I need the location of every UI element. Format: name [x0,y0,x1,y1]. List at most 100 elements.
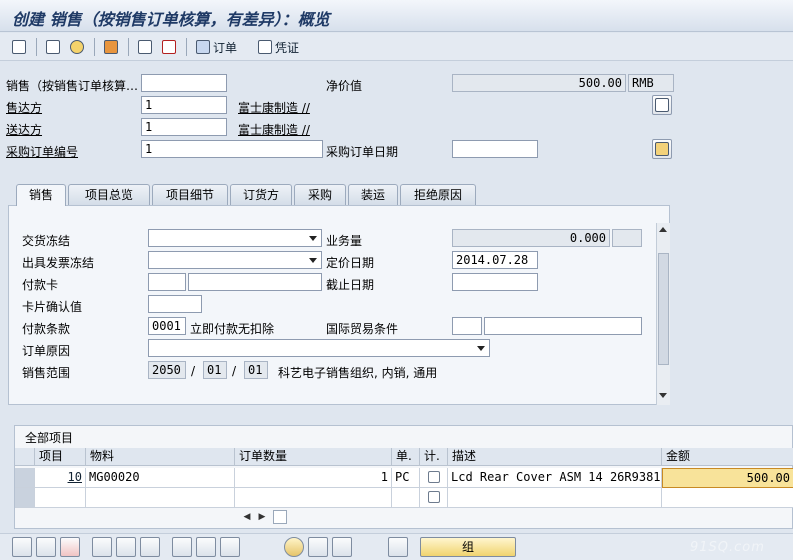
scroll-down-icon[interactable] [659,393,667,398]
scroll-right-icon[interactable]: ▶ [255,510,269,524]
unit-cell[interactable] [392,488,420,508]
col-description[interactable]: 描述 [448,448,662,466]
quantity-cell[interactable] [235,488,392,508]
billing-block-label: 出具发票冻结 [22,256,95,270]
document-button[interactable] [652,95,672,115]
scroll-left-icon[interactable]: ◀ [237,510,257,524]
availability-button[interactable] [284,537,304,557]
watermark: 91SQ.com [690,540,765,555]
tab-procurement[interactable]: 采购 [294,184,346,205]
description-cell[interactable] [448,488,662,508]
toolbar-separator [186,38,187,56]
division-field: 01 [244,361,268,379]
delivery-block-select[interactable] [148,229,322,247]
schedule-lines-button[interactable] [196,537,216,557]
order-button[interactable]: 订单 [196,37,237,57]
payment-terms-text: 立即付款无扣除 [190,322,275,336]
application-toolbar: 订单 凭证 [0,33,793,61]
delete-doc-button[interactable] [162,37,176,57]
calc-checkbox[interactable] [428,491,440,503]
billing-block-select[interactable] [148,251,322,269]
item-number-cell[interactable] [35,488,86,508]
calc-checkbox[interactable] [428,471,440,483]
col-amount[interactable]: 金额 [662,448,793,466]
material-cell[interactable] [86,488,235,508]
amount-cell[interactable]: 500.00 [662,468,793,488]
unit-cell[interactable]: PC [392,468,420,488]
amount-cell[interactable] [662,488,793,508]
card-type-field[interactable] [148,273,186,291]
payment-terms-field[interactable]: 0001 [148,317,186,335]
tab-item-detail[interactable]: 项目细节 [152,184,228,205]
display-header-button[interactable] [12,37,26,57]
row-selector-header[interactable] [15,448,35,466]
pricing-button[interactable] [308,537,328,557]
card-verify-field[interactable] [148,295,202,313]
select-block-button[interactable] [116,537,136,557]
po-number-label[interactable]: 采购订单编号 [6,143,78,160]
po-detail-button[interactable] [652,139,672,159]
material-cell[interactable]: MG00020 [86,468,235,488]
sold-to-field[interactable]: 1 [141,96,227,114]
tab-ordering-party[interactable]: 订货方 [230,184,292,205]
delete-icon [162,40,176,54]
horizontal-scroll-thumb[interactable] [273,510,287,524]
scroll-thumb[interactable] [658,253,669,365]
panel-scrollbar[interactable] [656,223,670,405]
ship-to-field[interactable]: 1 [141,118,227,136]
orderer-details-button[interactable] [46,37,60,57]
col-quantity[interactable]: 订单数量 [235,448,392,466]
config-button[interactable] [172,537,192,557]
tab-sales[interactable]: 销售 [16,184,66,206]
expiry-date-label: 截止日期 [326,278,375,292]
shipping-button[interactable] [104,37,118,57]
item-number-cell[interactable]: 10 [35,468,86,488]
item-toolbar: 组 91SQ.com [0,533,793,560]
net-value-field: 500.00 [452,74,626,92]
order-reason-select[interactable] [148,339,490,357]
expiry-date-field[interactable] [452,273,538,291]
tab-shipping[interactable]: 装运 [348,184,398,205]
partner-button[interactable] [70,37,84,57]
copy-icon [138,40,152,54]
select-all-button[interactable] [92,537,112,557]
delete-row-button[interactable] [60,537,80,557]
quantity-cell[interactable]: 1 [235,468,392,488]
item-detail-button[interactable] [12,537,32,557]
col-calc[interactable]: 计. [420,448,448,466]
person-icon [70,40,84,54]
tab-item-overview[interactable]: 项目总览 [68,184,150,205]
copy-doc-button[interactable] [138,37,152,57]
sold-to-name[interactable]: 富士康制造 // [238,99,310,116]
incoterms-field[interactable] [452,317,482,335]
row-selector[interactable] [15,468,35,488]
sales-doc-number-field[interactable] [141,74,227,92]
col-material[interactable]: 物料 [86,448,235,466]
ship-to-label[interactable]: 送达方 [6,121,42,138]
description-cell[interactable]: Lcd Rear Cover ASM 14 26R9381[包… [448,468,662,488]
col-unit[interactable]: 单. [392,448,420,466]
net-value-label: 净价值 [326,79,363,93]
pricing-date-field[interactable]: 2014.07.28 [452,251,538,269]
po-date-field[interactable] [452,140,538,158]
card-number-field[interactable] [188,273,322,291]
row-selector[interactable] [15,488,35,508]
deselect-all-button[interactable] [140,537,160,557]
edit-button[interactable] [332,537,352,557]
volume-unit-field [612,229,642,247]
print-button[interactable] [388,537,408,557]
po-number-field[interactable]: 1 [141,140,323,158]
ship-to-name[interactable]: 富士康制造 // [238,121,310,138]
payment-terms-label: 付款条款 [22,322,71,336]
scroll-up-icon[interactable] [659,227,667,232]
sold-to-label[interactable]: 售达方 [6,99,42,116]
tab-rejection-reason[interactable]: 拒绝原因 [400,184,476,205]
col-item[interactable]: 项目 [35,448,86,466]
conditions-button[interactable] [220,537,240,557]
incoterms-location-field[interactable] [484,317,642,335]
insert-row-button[interactable] [36,537,56,557]
voucher-button[interactable]: 凭证 [258,37,299,57]
group-button[interactable]: 组 [420,537,516,557]
order-label: 订单 [213,40,238,55]
sales-type-label: 销售（按销售订单核算… [6,79,139,93]
